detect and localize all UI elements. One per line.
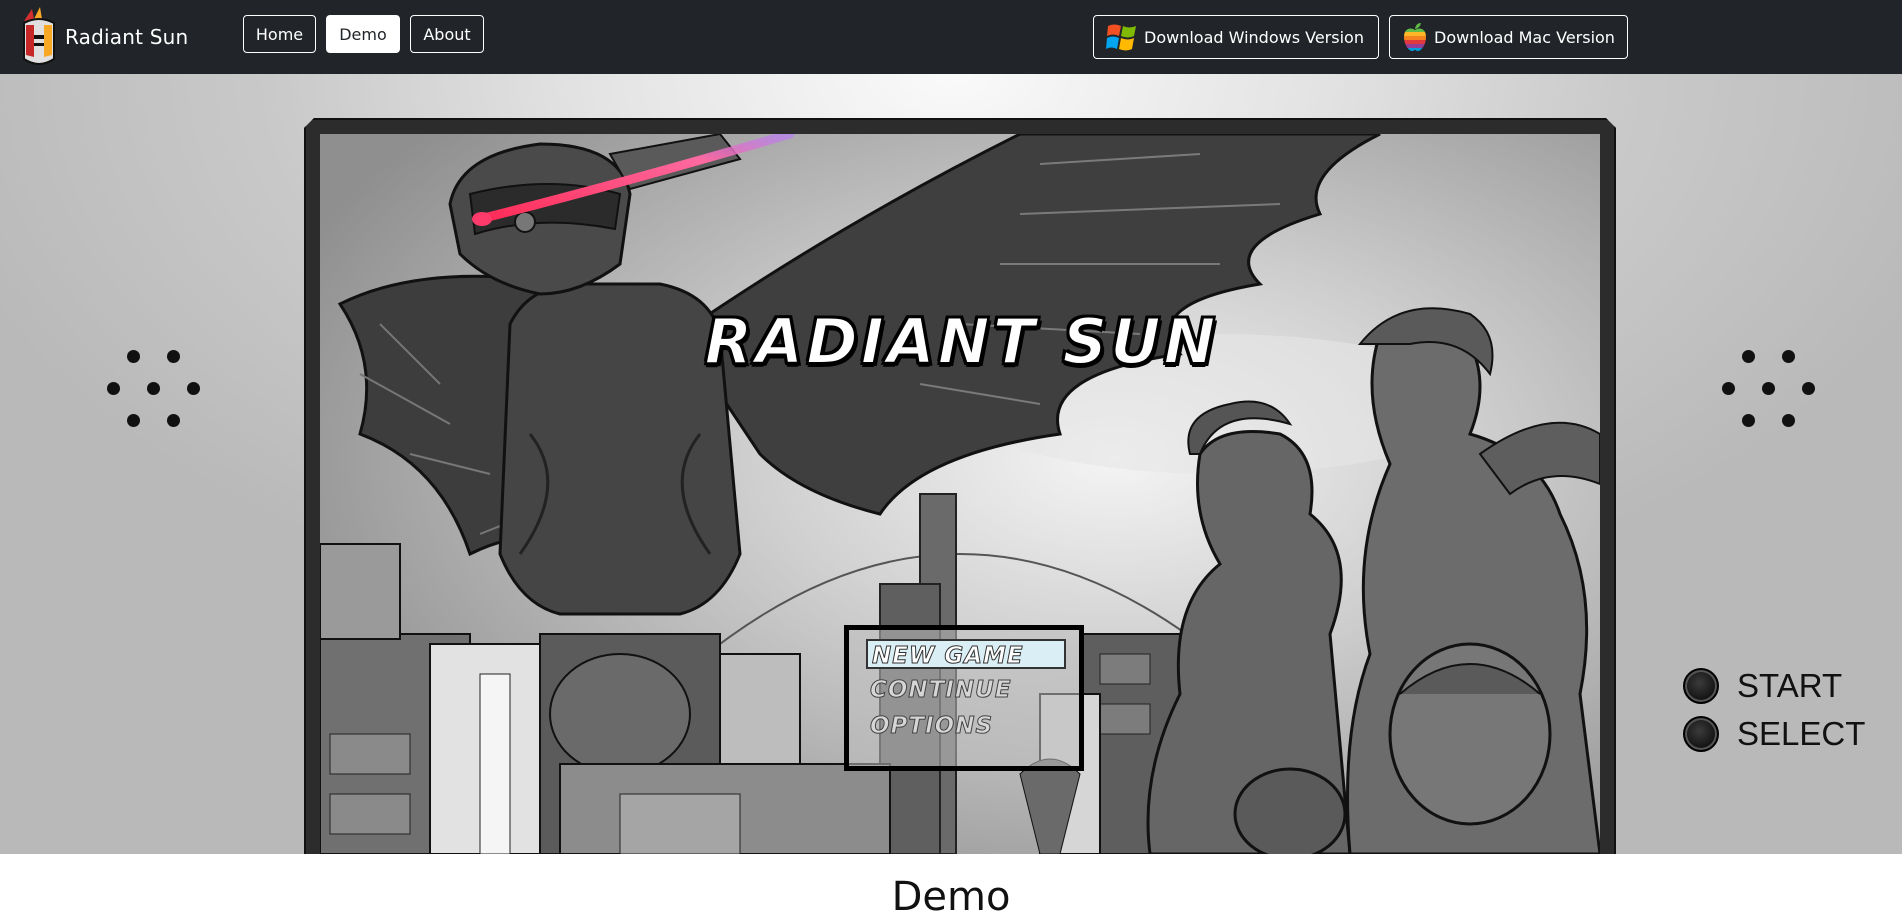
page-title: Demo	[891, 874, 1011, 920]
game-screen[interactable]: RADIANT SUN NEW GAME CONTINUE OPTIONS	[320, 134, 1600, 854]
speaker-grille-icon	[106, 350, 202, 440]
speaker-grille-icon	[1721, 350, 1817, 440]
start-button-circle	[1683, 668, 1719, 704]
download-windows-label: Download Windows Version	[1144, 27, 1364, 47]
windows-logo-icon	[1106, 24, 1136, 51]
download-mac-button[interactable]: Download Mac Version	[1389, 15, 1628, 59]
menu-new-game[interactable]: NEW GAME	[866, 639, 1066, 670]
brand[interactable]: Radiant Sun	[18, 5, 188, 69]
nav-demo-button[interactable]: Demo	[326, 15, 400, 53]
download-mac-label: Download Mac Version	[1434, 27, 1615, 47]
menu-continue[interactable]: CONTINUE	[866, 675, 1066, 705]
select-button[interactable]: SELECT	[1683, 715, 1865, 753]
brand-name: Radiant Sun	[65, 25, 189, 49]
nav-about-button[interactable]: About	[410, 15, 484, 53]
download-windows-button[interactable]: Download Windows Version	[1093, 15, 1379, 59]
nav-home-button[interactable]: Home	[243, 15, 316, 53]
knight-helmet-icon	[23, 7, 55, 65]
game-main-menu: NEW GAME CONTINUE OPTIONS	[844, 625, 1084, 771]
navbar: Radiant Sun Home Demo About Download Win…	[0, 0, 1902, 74]
game-title-logo: RADIANT SUN	[704, 304, 1219, 379]
select-label: SELECT	[1737, 715, 1866, 752]
apple-logo-icon	[1404, 23, 1426, 51]
select-button-circle	[1683, 716, 1719, 752]
start-button[interactable]: START	[1683, 667, 1842, 705]
menu-options[interactable]: OPTIONS	[866, 711, 1066, 741]
start-label: START	[1737, 667, 1843, 704]
